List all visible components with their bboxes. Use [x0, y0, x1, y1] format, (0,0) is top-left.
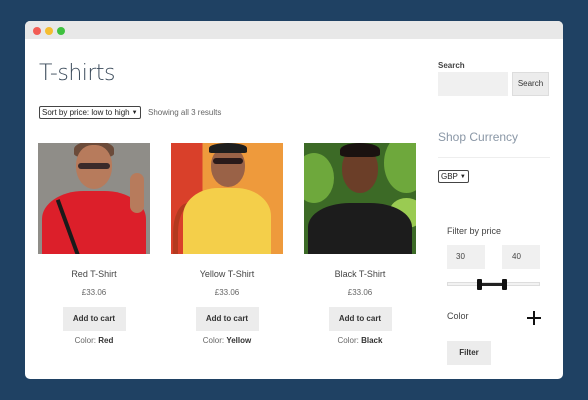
- close-window-icon[interactable]: [33, 27, 41, 35]
- price-slider-max-handle[interactable]: [502, 279, 507, 290]
- product-card: Black T-Shirt £33.06 Add to cart Color: …: [304, 143, 416, 345]
- price-slider-min-handle[interactable]: [477, 279, 482, 290]
- filter-button[interactable]: Filter: [447, 341, 491, 365]
- max-price-input[interactable]: 40: [502, 245, 540, 269]
- currency-select[interactable]: GBP ▼: [438, 170, 469, 183]
- search-label: Search: [438, 61, 465, 70]
- search-input[interactable]: [438, 72, 508, 96]
- product-image[interactable]: [38, 143, 150, 254]
- product-color-value: Yellow: [226, 336, 252, 345]
- product-name[interactable]: Black T-Shirt: [304, 269, 416, 279]
- product-color-label: Color:: [337, 336, 362, 345]
- maximize-window-icon[interactable]: [57, 27, 65, 35]
- product-image[interactable]: [304, 143, 416, 254]
- product-image[interactable]: [171, 143, 283, 254]
- product-color-value: Black: [361, 336, 383, 345]
- color-filter-label: Color: [447, 311, 469, 321]
- currency-select-value: GBP: [441, 172, 458, 181]
- product-price: £33.06: [81, 288, 107, 297]
- product-price: £33.06: [214, 288, 240, 297]
- currency-title: Shop Currency: [438, 130, 519, 144]
- product-color-label: Color:: [74, 336, 99, 345]
- add-to-cart-button[interactable]: Add to cart: [62, 307, 126, 331]
- result-count: Showing all 3 results: [148, 108, 222, 117]
- product-color-label: Color:: [202, 336, 227, 345]
- add-to-cart-button[interactable]: Add to cart: [328, 307, 392, 331]
- plus-icon[interactable]: [527, 311, 541, 325]
- filter-by-price-title: Filter by price: [447, 226, 502, 236]
- page-title: T-shirts: [39, 61, 116, 86]
- product-card: Red T-Shirt £33.06 Add to cart Color: Re…: [38, 143, 150, 345]
- divider: [438, 157, 550, 158]
- product-color-value: Red: [98, 336, 114, 345]
- sort-select-value: Sort by price: low to high: [42, 108, 130, 117]
- product-color: Color: Yellow: [171, 336, 283, 345]
- product-color: Color: Red: [38, 336, 150, 345]
- minimize-window-icon[interactable]: [45, 27, 53, 35]
- product-color: Color: Black: [304, 336, 416, 345]
- sort-select[interactable]: Sort by price: low to high ▼: [39, 106, 141, 119]
- min-price-input[interactable]: 30: [447, 245, 485, 269]
- product-price: £33.06: [347, 288, 373, 297]
- product-card: Yellow T-Shirt £33.06 Add to cart Color:…: [171, 143, 283, 345]
- window-titlebar: [25, 21, 563, 39]
- add-to-cart-button[interactable]: Add to cart: [195, 307, 259, 331]
- search-button[interactable]: Search: [512, 72, 549, 96]
- product-name[interactable]: Red T-Shirt: [38, 269, 150, 279]
- chevron-down-icon: ▼: [131, 109, 138, 116]
- chevron-down-icon: ▼: [459, 173, 466, 180]
- product-name[interactable]: Yellow T-Shirt: [171, 269, 283, 279]
